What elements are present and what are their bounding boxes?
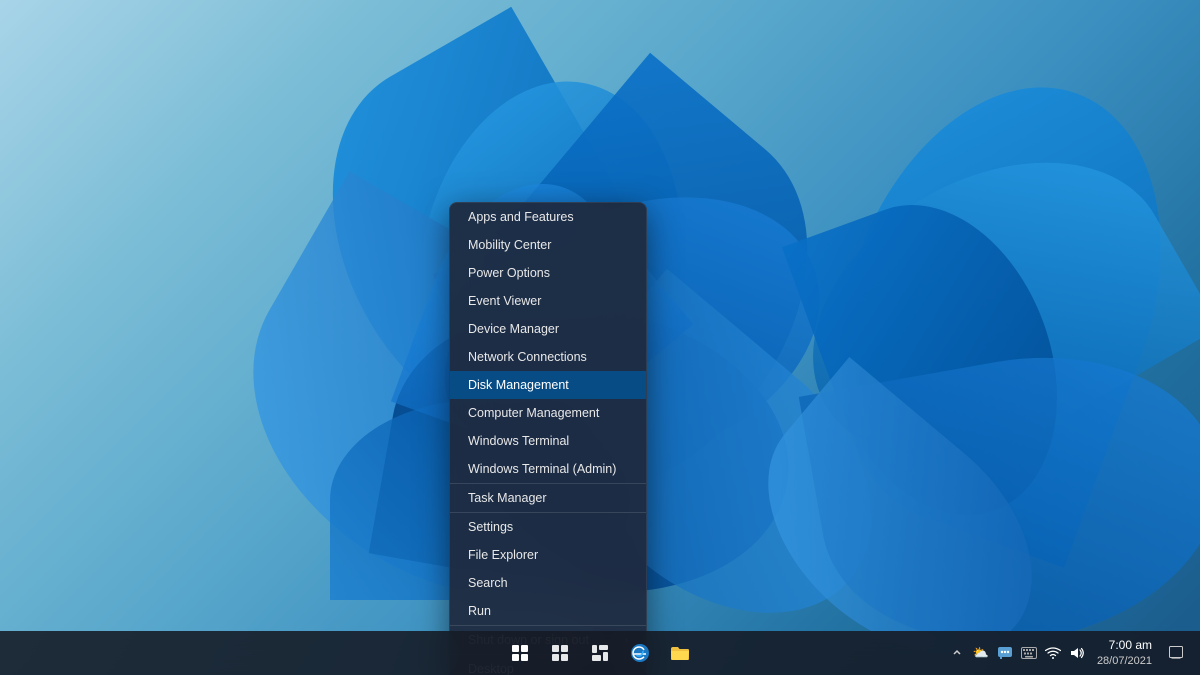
start-button[interactable] xyxy=(502,635,538,671)
menu-item-label: Power Options xyxy=(468,266,550,280)
menu-item-label: Device Manager xyxy=(468,322,559,336)
widgets-button[interactable] xyxy=(582,635,618,671)
menu-item-settings[interactable]: Settings xyxy=(450,512,646,541)
weather-icon[interactable]: ⛅ xyxy=(971,643,991,663)
menu-item-device-manager[interactable]: Device Manager xyxy=(450,315,646,343)
menu-item-label: Task Manager xyxy=(468,491,547,505)
edge-button[interactable] xyxy=(622,635,658,671)
petal xyxy=(721,357,1079,675)
menu-item-task-manager[interactable]: Task Manager xyxy=(450,483,646,512)
notification-button[interactable] xyxy=(1162,639,1190,667)
taskbar: ⛅ xyxy=(0,631,1200,675)
petal xyxy=(799,327,1200,672)
widgets-icon xyxy=(591,644,609,662)
notification-icon xyxy=(1169,646,1183,660)
menu-item-event-viewer[interactable]: Event Viewer xyxy=(450,287,646,315)
menu-item-label: Disk Management xyxy=(468,378,569,392)
file-explorer-button[interactable] xyxy=(662,635,698,671)
menu-item-windows-terminal-admin[interactable]: Windows Terminal (Admin) xyxy=(450,455,646,483)
desktop: Apps and Features Mobility Center Power Op… xyxy=(0,0,1200,675)
menu-item-label: Network Connections xyxy=(468,350,587,364)
taskbar-right: ⛅ xyxy=(947,636,1200,670)
edge-icon xyxy=(630,643,650,663)
menu-item-search[interactable]: Search xyxy=(450,569,646,597)
windows-logo-icon xyxy=(512,645,528,661)
time-display: 7:00 am xyxy=(1097,638,1152,654)
menu-item-label: File Explorer xyxy=(468,548,538,562)
file-explorer-icon xyxy=(670,644,690,662)
menu-item-apps-features[interactable]: Apps and Features xyxy=(450,203,646,231)
menu-item-label: Windows Terminal xyxy=(468,434,569,448)
menu-item-file-explorer[interactable]: File Explorer xyxy=(450,541,646,569)
system-tray: ⛅ xyxy=(947,643,1087,663)
menu-item-label: Apps and Features xyxy=(468,210,574,224)
menu-item-label: Settings xyxy=(468,520,513,534)
menu-item-power-options[interactable]: Power Options xyxy=(450,259,646,287)
menu-item-run[interactable]: Run xyxy=(450,597,646,625)
volume-icon[interactable] xyxy=(1067,643,1087,663)
keyboard-icon[interactable] xyxy=(1019,643,1039,663)
menu-item-label: Event Viewer xyxy=(468,294,541,308)
menu-item-computer-management[interactable]: Computer Management xyxy=(450,399,646,427)
petal xyxy=(782,172,1098,548)
context-menu: Apps and Features Mobility Center Power Op… xyxy=(449,202,647,675)
menu-item-label: Run xyxy=(468,604,491,618)
task-view-button[interactable] xyxy=(542,635,578,671)
date-display: 28/07/2021 xyxy=(1097,654,1152,668)
chat-icon[interactable] xyxy=(995,643,1015,663)
menu-item-label: Mobility Center xyxy=(468,238,551,252)
menu-item-label: Search xyxy=(468,576,508,590)
menu-item-disk-management[interactable]: Disk Management xyxy=(450,371,646,399)
menu-item-label: Windows Terminal (Admin) xyxy=(468,462,616,476)
task-view-icon xyxy=(551,644,569,662)
petal xyxy=(760,102,1200,517)
petal xyxy=(782,42,1200,567)
taskbar-center xyxy=(502,635,698,671)
menu-item-network-connections[interactable]: Network Connections xyxy=(450,343,646,371)
menu-item-windows-terminal[interactable]: Windows Terminal xyxy=(450,427,646,455)
menu-item-mobility-center[interactable]: Mobility Center xyxy=(450,231,646,259)
clock[interactable]: 7:00 am 28/07/2021 xyxy=(1093,636,1156,670)
menu-item-label: Computer Management xyxy=(468,406,599,420)
chevron-icon[interactable] xyxy=(947,643,967,663)
wifi-icon[interactable] xyxy=(1043,643,1063,663)
